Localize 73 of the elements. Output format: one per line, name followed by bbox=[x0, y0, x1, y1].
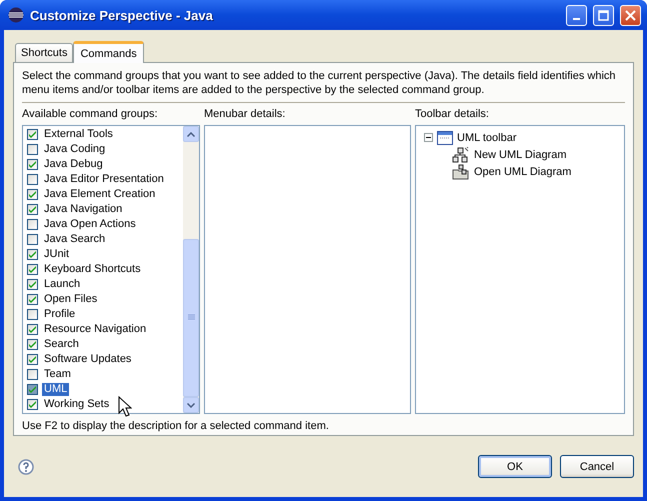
list-item[interactable]: Launch bbox=[42, 278, 82, 291]
checkbox[interactable] bbox=[27, 339, 38, 350]
checkbox[interactable] bbox=[27, 189, 38, 200]
list-item[interactable]: Team bbox=[42, 368, 73, 381]
collapse-toggle[interactable] bbox=[424, 133, 433, 142]
close-button[interactable] bbox=[620, 4, 641, 26]
list-item[interactable]: Keyboard Shortcuts bbox=[42, 263, 143, 276]
checkbox[interactable] bbox=[27, 144, 38, 155]
list-item[interactable]: Resource Navigation bbox=[42, 323, 148, 336]
checkbox[interactable] bbox=[27, 219, 38, 230]
description-text: Select the command groups that you want to see added to the current perspective (Java). The details field identifies which menu items and/or toolbar items are added to the perspective by the selected command group. bbox=[22, 69, 625, 103]
checkbox[interactable] bbox=[27, 174, 38, 185]
folder-icon bbox=[452, 164, 470, 180]
chevron-up-icon bbox=[187, 132, 195, 136]
list-item[interactable]: Java Editor Presentation bbox=[42, 173, 166, 186]
checkbox[interactable] bbox=[27, 159, 38, 170]
tree-item[interactable]: Open UML Diagram bbox=[474, 166, 572, 178]
check-icon bbox=[28, 160, 37, 169]
scroll-up-button[interactable] bbox=[183, 126, 199, 142]
app-icon bbox=[8, 7, 24, 23]
list-label: Available command groups: bbox=[22, 107, 159, 121]
tab[interactable]: Shortcuts bbox=[15, 43, 74, 62]
tree-item[interactable]: New UML Diagram bbox=[474, 148, 567, 160]
list-item[interactable]: Open Files bbox=[42, 293, 100, 306]
checkbox[interactable] bbox=[27, 294, 38, 305]
list-item[interactable]: UML bbox=[42, 383, 70, 396]
list-item[interactable]: Working Sets bbox=[42, 398, 112, 411]
minus-icon bbox=[426, 135, 431, 140]
scrollbar[interactable] bbox=[183, 126, 199, 413]
list-item[interactable]: Java Open Actions bbox=[42, 218, 138, 231]
list-item[interactable]: Java Navigation bbox=[42, 203, 124, 216]
checkbox[interactable] bbox=[27, 324, 38, 335]
diagram-icon bbox=[452, 146, 470, 162]
checkbox[interactable] bbox=[27, 279, 38, 290]
list-item[interactable]: Search bbox=[42, 338, 81, 351]
hint-text: Use F2 to display the description for a selected command item. bbox=[22, 420, 330, 432]
list-item[interactable]: Profile bbox=[42, 308, 78, 321]
dialog-button[interactable]: OK bbox=[478, 455, 552, 478]
list-item[interactable]: JUnit bbox=[42, 248, 72, 261]
list-item[interactable]: External Tools bbox=[42, 128, 115, 141]
checkbox[interactable] bbox=[27, 384, 38, 395]
chevron-down-icon bbox=[187, 402, 195, 408]
help-icon[interactable] bbox=[18, 458, 34, 474]
checkbox[interactable] bbox=[27, 129, 38, 140]
grip-icon bbox=[188, 314, 194, 322]
maximize-icon bbox=[598, 10, 609, 20]
checkbox[interactable] bbox=[27, 399, 38, 410]
window-title: Customize Perspective - Java bbox=[30, 8, 214, 22]
list-item[interactable]: Java Coding bbox=[42, 143, 108, 156]
toolbar-icon bbox=[437, 130, 453, 144]
checkbox[interactable] bbox=[27, 354, 38, 365]
scroll-down-button[interactable] bbox=[183, 397, 199, 413]
checkbox[interactable] bbox=[27, 249, 38, 260]
check-icon bbox=[28, 130, 37, 139]
checkbox[interactable] bbox=[27, 234, 38, 245]
dialog-button[interactable]: Cancel bbox=[560, 455, 634, 478]
tree-item[interactable]: UML toolbar bbox=[457, 132, 517, 144]
list-item[interactable]: Java Debug bbox=[42, 158, 105, 171]
list-item[interactable]: Software Updates bbox=[42, 353, 134, 366]
list-item[interactable]: Java Element Creation bbox=[42, 188, 158, 201]
tab[interactable]: Commands bbox=[73, 41, 144, 63]
maximize-button[interactable] bbox=[593, 4, 614, 26]
close-icon bbox=[625, 10, 636, 20]
menubar-label: Menubar details: bbox=[204, 107, 286, 121]
toolbar-label: Toolbar details: bbox=[415, 107, 490, 121]
minimize-button[interactable] bbox=[566, 4, 587, 26]
checkbox[interactable] bbox=[27, 309, 38, 320]
checkbox[interactable] bbox=[27, 369, 38, 380]
checkbox[interactable] bbox=[27, 264, 38, 275]
checkbox[interactable] bbox=[27, 204, 38, 215]
minimize-icon bbox=[573, 18, 580, 20]
scroll-thumb[interactable] bbox=[183, 238, 199, 397]
list-item[interactable]: Java Search bbox=[42, 233, 108, 246]
